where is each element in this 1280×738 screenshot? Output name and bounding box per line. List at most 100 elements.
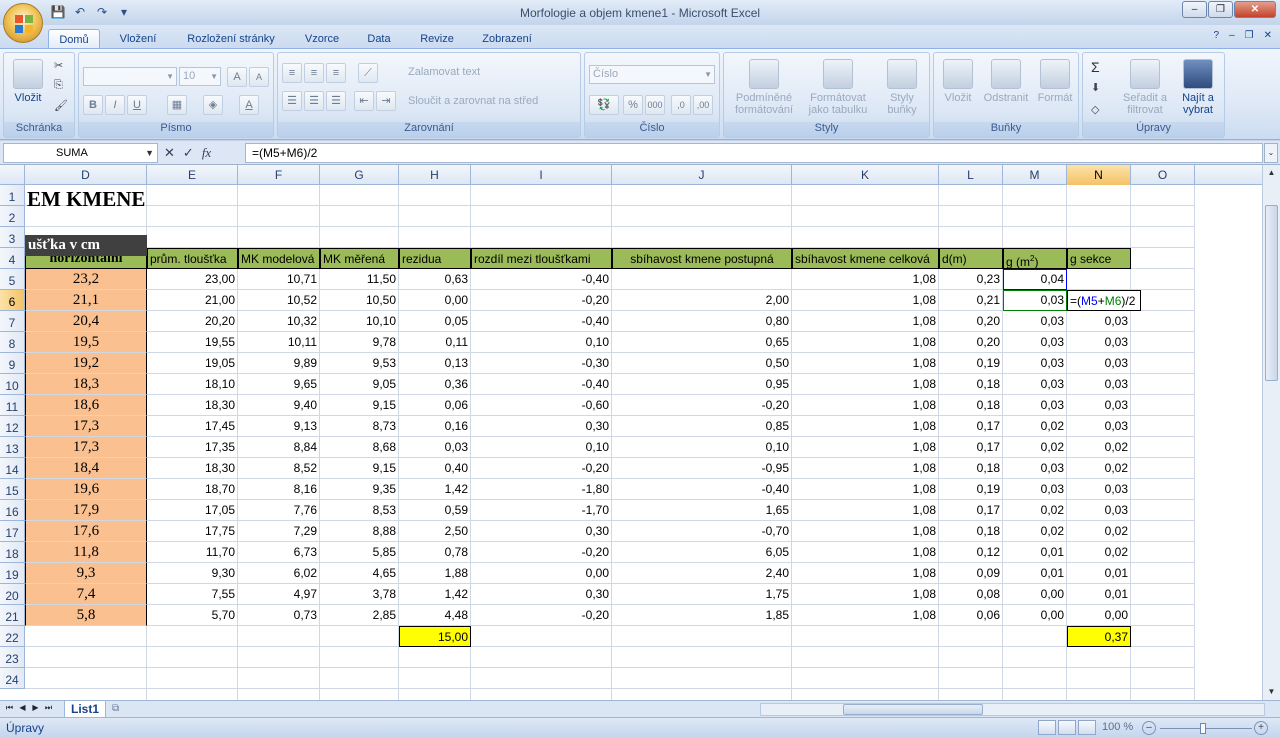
row-header-18[interactable]: 18: [0, 542, 25, 563]
cell-styles-button[interactable]: Styly buňky: [876, 59, 928, 116]
data-cell[interactable]: -1,70: [471, 500, 612, 521]
data-cell[interactable]: -0,95: [612, 458, 792, 479]
grid-cell[interactable]: [147, 668, 238, 689]
data-cell[interactable]: 0,02: [1067, 458, 1131, 479]
grid-cell[interactable]: [792, 647, 939, 668]
number-format-combo[interactable]: Číslo ▼: [589, 65, 715, 84]
data-cell[interactable]: 0,36: [399, 374, 471, 395]
header-cell[interactable]: prům. tloušťka: [147, 248, 238, 269]
data-cell[interactable]: 0,85: [612, 416, 792, 437]
row-header-22[interactable]: 22: [0, 626, 25, 647]
data-cell[interactable]: 0,00: [1067, 605, 1131, 626]
data-cell[interactable]: 0,10: [471, 437, 612, 458]
tab-review[interactable]: Revize: [412, 29, 462, 49]
data-cell[interactable]: 9,40: [238, 395, 320, 416]
data-cell[interactable]: 1,08: [792, 332, 939, 353]
grid-cell[interactable]: [399, 206, 471, 227]
grid-cell[interactable]: [1131, 311, 1195, 332]
grid-cell[interactable]: [147, 185, 238, 206]
diameter-cell[interactable]: 19,2: [25, 353, 147, 374]
minimize-button[interactable]: –: [1182, 1, 1207, 18]
grid-cell[interactable]: [147, 227, 238, 248]
data-cell[interactable]: 0,17: [939, 500, 1003, 521]
find-select-button[interactable]: Najít a vybrat: [1175, 59, 1221, 116]
data-cell[interactable]: 0,00: [1003, 605, 1067, 626]
grid-cell[interactable]: [320, 206, 399, 227]
sort-filter-button[interactable]: Seřadit a filtrovat: [1117, 59, 1173, 116]
data-cell[interactable]: 4,48: [399, 605, 471, 626]
header-cell-g[interactable]: g (m2): [1003, 248, 1067, 269]
grid-cell[interactable]: [320, 689, 399, 700]
last-sheet-icon[interactable]: ⏭: [43, 703, 54, 715]
data-cell[interactable]: 0,03: [1067, 332, 1131, 353]
horizontal-scroll-thumb[interactable]: [843, 704, 983, 715]
data-cell[interactable]: 8,53: [320, 500, 399, 521]
workbook-close-button[interactable]: ✕: [1264, 30, 1272, 41]
cut-icon[interactable]: ✂: [54, 59, 63, 72]
diameter-cell[interactable]: 19,6: [25, 479, 147, 500]
data-cell[interactable]: 18,30: [147, 395, 238, 416]
data-cell[interactable]: 8,73: [320, 416, 399, 437]
grid-cell[interactable]: [399, 185, 471, 206]
data-cell[interactable]: 0,18: [939, 458, 1003, 479]
grid-cell[interactable]: [1067, 689, 1131, 700]
data-cell[interactable]: 8,52: [238, 458, 320, 479]
prev-sheet-icon[interactable]: ◀: [17, 703, 28, 715]
row-header-17[interactable]: 17: [0, 521, 25, 542]
data-cell[interactable]: 6,73: [238, 542, 320, 563]
grid-cell[interactable]: [147, 206, 238, 227]
next-sheet-icon[interactable]: ▶: [30, 703, 41, 715]
bold-button[interactable]: B: [83, 95, 103, 115]
row-header-6[interactable]: 6: [0, 290, 25, 311]
data-cell[interactable]: 1,08: [792, 374, 939, 395]
align-left-icon[interactable]: ☰: [282, 91, 302, 111]
grid-cell[interactable]: [238, 227, 320, 248]
grid-cell[interactable]: [792, 227, 939, 248]
grid-cell[interactable]: [320, 227, 399, 248]
help-icon[interactable]: ?: [1214, 30, 1220, 41]
diameter-cell[interactable]: 17,3: [25, 416, 147, 437]
data-cell[interactable]: -0,20: [471, 290, 612, 311]
data-cell[interactable]: 0,19: [939, 353, 1003, 374]
insert-function-icon[interactable]: fx: [202, 145, 211, 161]
data-cell[interactable]: 1,08: [792, 437, 939, 458]
data-cell[interactable]: 2,85: [320, 605, 399, 626]
column-header-i[interactable]: I: [471, 165, 612, 185]
grid-cell[interactable]: [471, 668, 612, 689]
header-cell[interactable]: sbíhavost kmene postupná: [612, 248, 792, 269]
page-break-view-icon[interactable]: [1078, 720, 1096, 735]
data-cell[interactable]: 9,15: [320, 395, 399, 416]
grid-cell[interactable]: [320, 647, 399, 668]
data-cell[interactable]: 0,03: [1003, 479, 1067, 500]
data-cell[interactable]: 1,75: [612, 584, 792, 605]
data-cell[interactable]: 8,16: [238, 479, 320, 500]
diameter-cell[interactable]: 18,4: [25, 458, 147, 479]
data-cell[interactable]: 0,50: [612, 353, 792, 374]
align-right-icon[interactable]: ☰: [326, 91, 346, 111]
data-cell[interactable]: 0,03: [1003, 311, 1067, 332]
scroll-up-icon[interactable]: ▲: [1263, 165, 1280, 181]
clear-icon[interactable]: ◇: [1091, 103, 1099, 116]
grid-cell[interactable]: [612, 185, 792, 206]
data-cell[interactable]: 1,08: [792, 584, 939, 605]
data-cell[interactable]: 2,40: [612, 563, 792, 584]
tab-insert[interactable]: Vložení: [110, 29, 166, 49]
data-cell[interactable]: 8,68: [320, 437, 399, 458]
grid-cell[interactable]: [238, 185, 320, 206]
data-cell[interactable]: 1,08: [792, 458, 939, 479]
data-cell[interactable]: 10,71: [238, 269, 320, 290]
grid-cell[interactable]: [939, 668, 1003, 689]
workbook-minimize-button[interactable]: –: [1229, 30, 1235, 41]
row-header-16[interactable]: 16: [0, 500, 25, 521]
data-cell[interactable]: 0,10: [612, 437, 792, 458]
data-cell[interactable]: 19,55: [147, 332, 238, 353]
grid-cell[interactable]: [1003, 668, 1067, 689]
grid-cell[interactable]: [471, 626, 612, 647]
data-cell[interactable]: 7,55: [147, 584, 238, 605]
data-cell[interactable]: 0,01: [1067, 584, 1131, 605]
grid-cell[interactable]: [1131, 668, 1195, 689]
data-cell[interactable]: 0,03: [1003, 458, 1067, 479]
data-cell[interactable]: 1,08: [792, 311, 939, 332]
data-cell[interactable]: 0,80: [612, 311, 792, 332]
data-cell[interactable]: -0,20: [471, 458, 612, 479]
